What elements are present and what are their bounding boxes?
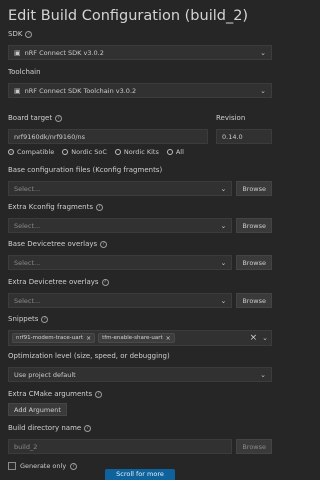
sdk-label: SDK ? xyxy=(8,30,272,39)
build-dir-label: Build directory name ? xyxy=(8,424,272,433)
help-icon[interactable]: ? xyxy=(100,241,108,248)
extra-kconfig-browse-button[interactable]: Browse xyxy=(236,218,272,233)
cmake-label-text: Extra CMake arguments xyxy=(8,390,93,398)
page-title: Edit Build Configuration (build_2) xyxy=(8,8,249,24)
optimization-select[interactable]: Use project default ⌄ xyxy=(8,367,272,382)
chevron-down-icon: ⌄ xyxy=(260,370,266,379)
board-filter-group: Compatible Nordic SoC Nordic Kits All xyxy=(8,147,272,156)
extra-dt-label: Extra Devicetree overlays ? xyxy=(8,278,272,287)
remove-chip-icon[interactable]: × xyxy=(86,335,91,342)
radio-icon xyxy=(166,148,173,155)
extra-kconfig-select[interactable]: Select... ⌄ xyxy=(8,218,233,233)
cmake-label: Extra CMake arguments ? xyxy=(8,390,272,399)
revision-input[interactable]: 0.14.0 xyxy=(216,129,272,144)
radio-selected-icon xyxy=(8,148,14,155)
board-label-text: Board target xyxy=(8,114,53,122)
sdk-select[interactable]: ▣ nRF Connect SDK v3.0.2 ⌄ xyxy=(8,45,272,60)
snippets-label: Snippets ? xyxy=(8,315,272,324)
filter-label: Nordic SoC xyxy=(71,147,107,156)
snippets-select[interactable]: nrf91-modem-trace-uart × tfm-enable-shar… xyxy=(8,330,272,346)
optimization-label: Optimization level (size, speed, or debu… xyxy=(8,352,170,360)
sdk-label-text: SDK xyxy=(8,30,23,38)
build-dir-label-text: Build directory name xyxy=(8,424,82,432)
extra-dt-select[interactable]: Select... ⌄ xyxy=(8,293,233,308)
extra-dt-browse-button[interactable]: Browse xyxy=(236,293,272,308)
base-dt-browse-button[interactable]: Browse xyxy=(236,255,272,270)
filter-all[interactable]: All xyxy=(166,147,184,156)
help-icon[interactable]: ? xyxy=(95,391,103,398)
chevron-down-icon: ⌄ xyxy=(220,258,227,267)
revision-label: Revision xyxy=(216,114,246,122)
clear-all-icon[interactable]: × xyxy=(250,333,258,343)
chevron-down-icon: ⌄ xyxy=(220,184,227,193)
scroll-for-more-banner[interactable]: Scroll for more xyxy=(0,469,280,480)
revision-value: 0.14.0 xyxy=(222,132,243,141)
base-dt-label: Base Devicetree overlays ? xyxy=(8,240,272,249)
optimization-value: Use project default xyxy=(14,370,76,379)
filter-label: Compatible xyxy=(17,147,55,156)
filter-compatible[interactable]: Compatible xyxy=(8,148,54,156)
filter-label: All xyxy=(175,147,184,156)
filter-nordic-soc[interactable]: Nordic SoC xyxy=(62,148,107,156)
board-target-input[interactable]: nrf9160dk/nrf9160/ns xyxy=(8,129,208,144)
chevron-down-icon: ⌄ xyxy=(262,334,268,342)
extra-dt-label-text: Extra Devicetree overlays xyxy=(8,278,99,286)
help-icon[interactable]: ? xyxy=(25,31,33,38)
help-icon[interactable]: ? xyxy=(101,279,109,286)
add-argument-button[interactable]: Add Argument xyxy=(8,403,67,416)
extra-dt-placeholder: Select... xyxy=(14,296,41,305)
base-config-placeholder: Select... xyxy=(14,184,41,193)
package-icon: ▣ xyxy=(14,86,21,95)
toolchain-label: Toolchain xyxy=(8,68,272,77)
sdk-value: nRF Connect SDK v3.0.2 xyxy=(24,48,104,57)
toolchain-select[interactable]: ▣ nRF Connect SDK Toolchain v3.0.2 ⌄ xyxy=(8,83,272,98)
help-icon[interactable]: ? xyxy=(84,425,92,432)
snippet-chip: tfm-enable-share-uart × xyxy=(98,333,175,343)
snippet-chip: nrf91-modem-trace-uart × xyxy=(12,333,96,343)
extra-kconfig-placeholder: Select... xyxy=(14,221,41,230)
snippets-label-text: Snippets xyxy=(8,315,39,323)
build-dir-browse-button[interactable]: Browse xyxy=(236,439,272,454)
radio-icon xyxy=(62,148,69,155)
build-dir-value: build_2 xyxy=(14,442,38,451)
chevron-down-icon: ⌄ xyxy=(260,48,266,57)
help-icon[interactable]: ? xyxy=(55,115,63,122)
remove-chip-icon[interactable]: × xyxy=(166,335,171,342)
base-dt-select[interactable]: Select... ⌄ xyxy=(8,255,233,270)
base-config-select[interactable]: Select... ⌄ xyxy=(8,181,233,196)
base-config-browse-button[interactable]: Browse xyxy=(236,181,272,196)
extra-kconfig-label-text: Extra Kconfig fragments xyxy=(8,203,93,211)
help-icon[interactable]: ? xyxy=(95,204,103,211)
toolchain-value: nRF Connect SDK Toolchain v3.0.2 xyxy=(24,86,137,95)
base-config-label: Base configuration files (Kconfig fragme… xyxy=(8,166,163,174)
base-dt-placeholder: Select... xyxy=(14,258,41,267)
board-label: Board target ? xyxy=(8,114,216,123)
board-target-value: nrf9160dk/nrf9160/ns xyxy=(14,132,86,141)
snippet-chip-label: tfm-enable-share-uart xyxy=(102,335,163,341)
package-icon: ▣ xyxy=(14,48,21,57)
chevron-down-icon: ⌄ xyxy=(220,296,227,305)
chevron-down-icon: ⌄ xyxy=(220,221,227,230)
filter-label: Nordic Kits xyxy=(123,147,159,156)
snippet-chip-label: nrf91-modem-trace-uart xyxy=(16,335,84,341)
radio-icon xyxy=(114,148,121,155)
toolchain-label-text: Toolchain xyxy=(8,68,41,76)
build-dir-input[interactable]: build_2 xyxy=(8,439,233,454)
extra-kconfig-label: Extra Kconfig fragments ? xyxy=(8,203,272,212)
filter-nordic-kits[interactable]: Nordic Kits xyxy=(114,147,159,156)
help-icon[interactable]: ? xyxy=(41,316,49,323)
chevron-down-icon: ⌄ xyxy=(260,86,266,95)
base-dt-label-text: Base Devicetree overlays xyxy=(8,240,98,248)
scroll-for-more-label: Scroll for more xyxy=(105,469,175,480)
